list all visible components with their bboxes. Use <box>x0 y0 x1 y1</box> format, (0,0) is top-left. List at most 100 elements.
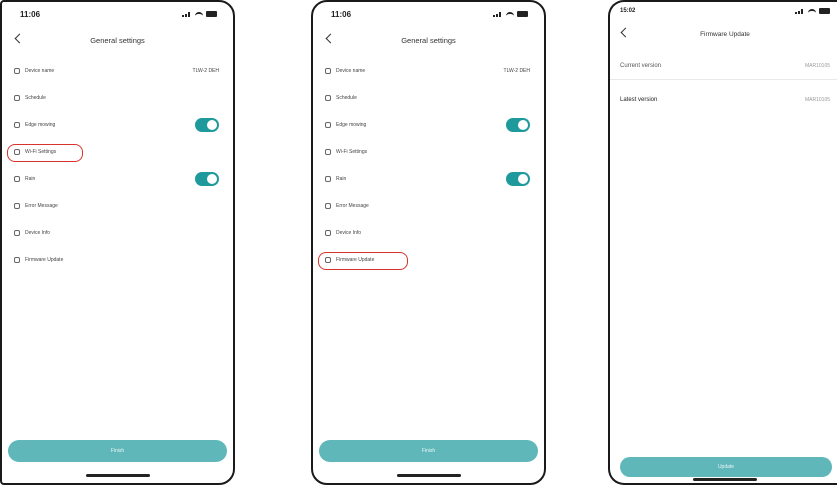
battery-icon <box>206 11 217 17</box>
home-indicator <box>85 474 150 477</box>
device-icon <box>325 67 331 74</box>
home-indicator <box>693 478 757 481</box>
nav-bar: General settings <box>313 28 544 52</box>
row-label: Rain <box>336 175 347 182</box>
row-edge-mowing: Edge mowing <box>2 111 233 138</box>
page-title: General settings <box>90 35 145 45</box>
schedule-icon <box>325 94 331 101</box>
home-indicator <box>396 474 461 477</box>
row-wifi-settings[interactable]: Wi-Fi Settings <box>2 138 233 165</box>
current-version-label: Current version <box>620 62 662 69</box>
row-value: TLW-2 DEH <box>192 67 219 74</box>
update-button-label: Update <box>717 464 735 470</box>
page-title: Firmware Update <box>700 30 750 38</box>
row-label: Device name <box>336 67 366 74</box>
wifi-status-icon <box>808 8 816 14</box>
device-icon <box>14 67 20 74</box>
status-icons <box>493 11 528 17</box>
row-error-message[interactable]: Error Message <box>313 192 544 219</box>
rain-toggle[interactable] <box>506 171 530 186</box>
firmware-icon <box>325 256 331 263</box>
row-label: Wi-Fi Settings <box>25 148 57 155</box>
update-button[interactable]: Update <box>620 457 832 477</box>
back-icon[interactable] <box>14 33 25 44</box>
rain-icon <box>14 175 20 182</box>
wifi-status-icon <box>506 11 514 17</box>
status-bar: 11:06 <box>313 2 544 26</box>
row-schedule[interactable]: Schedule <box>2 84 233 111</box>
row-label: Edge mowing <box>336 121 367 128</box>
row-label: Device Info <box>25 229 51 236</box>
edge-mowing-toggle[interactable] <box>506 117 530 132</box>
finish-button-label: Finish <box>110 448 125 454</box>
row-label: Schedule <box>336 94 357 101</box>
status-bar: 15:02 <box>610 2 837 20</box>
row-rain: Rain <box>2 165 233 192</box>
row-label: Edge mowing <box>25 121 56 128</box>
signal-icon <box>795 8 805 14</box>
phone-screen-general-settings-2: 11:06 General settings Device name TLW-2… <box>311 0 546 485</box>
finish-button[interactable]: Finish <box>319 440 538 462</box>
row-rain: Rain <box>313 165 544 192</box>
row-device-info[interactable]: Device Info <box>2 219 233 246</box>
row-value: TLW-2 DEH <box>503 67 530 74</box>
settings-list: Device name TLW-2 DEH Schedule Edge mowi… <box>2 57 233 273</box>
row-label: Device Info <box>336 229 362 236</box>
row-label: Device name <box>25 67 55 74</box>
firmware-icon <box>14 256 20 263</box>
row-device-name[interactable]: Device name TLW-2 DEH <box>2 57 233 84</box>
info-icon <box>14 229 20 236</box>
back-icon[interactable] <box>325 33 336 44</box>
finish-button-label: Finish <box>421 448 436 454</box>
wifi-status-icon <box>195 11 203 17</box>
row-label: Rain <box>25 175 36 182</box>
info-icon <box>325 229 331 236</box>
page-title: General settings <box>401 35 456 45</box>
finish-button[interactable]: Finish <box>8 440 227 462</box>
signal-icon <box>182 11 192 17</box>
phone-screen-general-settings-1: 11:06 General settings Device name TLW-2… <box>0 0 235 485</box>
row-label: Schedule <box>25 94 46 101</box>
row-schedule[interactable]: Schedule <box>313 84 544 111</box>
row-device-name[interactable]: Device name TLW-2 DEH <box>313 57 544 84</box>
status-icons <box>795 8 830 14</box>
row-label: Error Message <box>25 202 58 209</box>
error-icon <box>14 202 20 209</box>
battery-icon <box>819 8 830 14</box>
row-label: Error Message <box>336 202 369 209</box>
row-label: Firmware Update <box>25 256 64 263</box>
status-time: 15:02 <box>620 8 636 14</box>
error-icon <box>325 202 331 209</box>
status-time: 11:06 <box>331 9 352 19</box>
nav-bar: Firmware Update <box>610 22 837 46</box>
schedule-icon <box>14 94 20 101</box>
row-error-message[interactable]: Error Message <box>2 192 233 219</box>
latest-version-value: MAR10105 <box>804 97 830 103</box>
signal-icon <box>493 11 503 17</box>
current-version-row: Current version MAR10105 <box>610 52 837 80</box>
row-label: Firmware Update <box>336 256 375 263</box>
wifi-icon <box>325 148 331 155</box>
current-version-value: MAR10105 <box>804 62 830 69</box>
rain-icon <box>325 175 331 182</box>
row-device-info[interactable]: Device Info <box>313 219 544 246</box>
edge-icon <box>325 121 331 128</box>
status-bar: 11:06 <box>2 2 233 26</box>
edge-mowing-toggle[interactable] <box>195 117 219 132</box>
phone-screen-firmware-update: 15:02 Firmware Update Current version MA… <box>608 0 837 485</box>
back-icon[interactable] <box>620 27 631 38</box>
battery-icon <box>517 11 528 17</box>
latest-version-label: Latest version <box>620 97 658 103</box>
row-firmware-update[interactable]: Firmware Update <box>313 246 544 273</box>
row-wifi-settings[interactable]: Wi-Fi Settings <box>313 138 544 165</box>
settings-list: Device name TLW-2 DEH Schedule Edge mowi… <box>313 57 544 273</box>
nav-bar: General settings <box>2 28 233 52</box>
latest-version-row: Latest version MAR10105 <box>610 86 837 114</box>
status-time: 11:06 <box>20 9 41 19</box>
row-firmware-update[interactable]: Firmware Update <box>2 246 233 273</box>
edge-icon <box>14 121 20 128</box>
row-edge-mowing: Edge mowing <box>313 111 544 138</box>
wifi-icon <box>14 148 20 155</box>
row-label: Wi-Fi Settings <box>336 148 368 155</box>
rain-toggle[interactable] <box>195 171 219 186</box>
